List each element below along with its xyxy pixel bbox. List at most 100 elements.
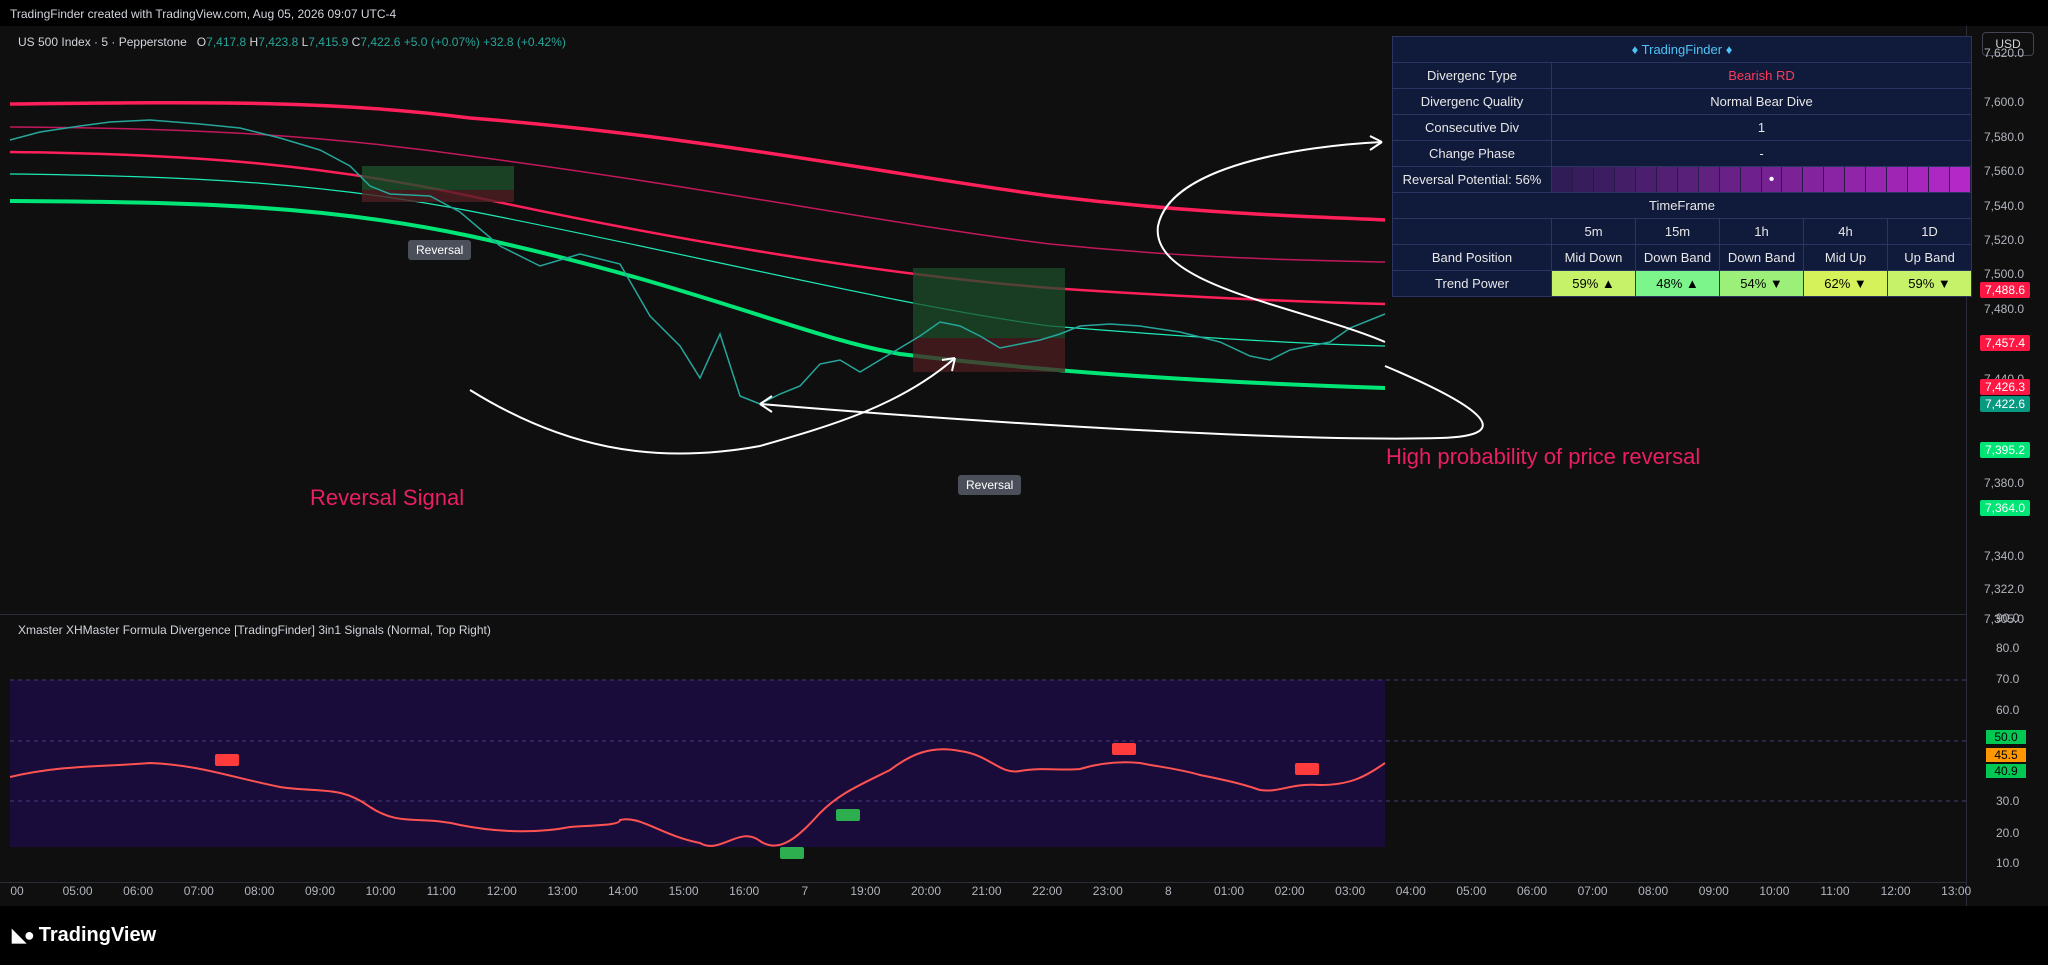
time-axis-label: 10:00 (1759, 884, 1790, 898)
time-axis-label: 13:00 (547, 884, 578, 898)
indicator-tag: 50.0 (1986, 730, 2026, 744)
reversal-potential-label: Reversal Potential: 56% (1392, 166, 1552, 193)
band-position: Down Band (1635, 244, 1720, 271)
reversal-potential-marker: • (1768, 171, 1775, 188)
time-axis-label: 22:00 (1032, 884, 1063, 898)
reversal-signal-caption: Reversal Signal (310, 485, 465, 510)
time-axis-separator (0, 882, 1966, 883)
band-position: Mid Up (1803, 244, 1888, 271)
indicator-axis-label: 70.0 (1996, 672, 2020, 686)
time-axis-label: 7 (801, 884, 809, 898)
time-axis-label: 05:00 (62, 884, 93, 898)
reversal-zone-2-green (913, 268, 1065, 338)
row-value-phase: - (1551, 140, 1972, 167)
indicator-chart[interactable] (0, 615, 1966, 883)
tv-logo-icon: ◣● (12, 925, 35, 945)
indicator-tag: 40.9 (1986, 764, 2026, 778)
time-axis-label: 21:00 (971, 884, 1002, 898)
row-label-quality: Divergenc Quality (1392, 88, 1552, 115)
time-axis-label: 11:00 (426, 884, 456, 898)
row-value-quality: Normal Bear Dive (1551, 88, 1972, 115)
indicator-axis-label: 20.0 (1996, 826, 2020, 840)
time-axis-label: 07:00 (1577, 884, 1608, 898)
h-label: H (249, 35, 259, 49)
time-axis-label: 03:00 (1335, 884, 1366, 898)
time-axis-label: 06:00 (123, 884, 154, 898)
price-axis-label: 7,580.0 (1984, 130, 2025, 144)
reversal-potential-cell (1740, 167, 1762, 192)
row-value-consecutive: 1 (1551, 114, 1972, 141)
c-value: 7,422.6 (360, 35, 401, 49)
time-axis-label: 20:00 (910, 884, 942, 898)
reversal-probability-caption: High probability of price reversal (1386, 444, 1701, 469)
upper-band-mid (9, 150, 1386, 306)
price-axis-label: 7,322.0 (1984, 582, 2025, 596)
price-axis-label: 7,540.0 (1984, 199, 2025, 213)
symbol-name: US 500 Index · 5 · Pepperstone (18, 35, 187, 49)
arrow-bottom-loop (759, 365, 1484, 440)
row-value-type: Bearish RD (1551, 62, 1972, 89)
time-axis-label: 10:00 (365, 884, 396, 898)
lower-band-outer (9, 199, 1386, 390)
reversal-label-1: Reversal (408, 240, 472, 260)
header-bar: TradingFinder created with TradingView.c… (0, 0, 2048, 26)
time-axis-label: 08:00 (1638, 884, 1669, 898)
reversal-potential-cell (1635, 167, 1657, 192)
reversal-label-2: Reversal (958, 475, 1022, 495)
time-axis-label: 11:00 (1820, 884, 1850, 898)
upper-band-outer (9, 100, 1386, 222)
reversal-zone-1-green (362, 166, 514, 190)
table-title: ♦ TradingFinder ♦ (1392, 36, 1972, 63)
time-axis-label: 12:00 (486, 884, 517, 898)
arrow-right-loop (1156, 141, 1386, 343)
price-axis-label: 7,500.0 (1984, 267, 2025, 281)
badge-rd-pos-1 (780, 847, 804, 859)
reversal-potential-cell (1824, 167, 1846, 192)
time-axis-label: 01:00 (1213, 884, 1245, 898)
band-position: Down Band (1719, 244, 1804, 271)
symbol-ohlc: US 500 Index · 5 · Pepperstone O7,417.8 … (18, 35, 566, 49)
reversal-potential-cell (1677, 167, 1699, 192)
reversal-potential-cell: • (1761, 167, 1783, 192)
price-axis-label: 7,380.0 (1984, 476, 2025, 490)
reversal-potential-cell (1719, 167, 1741, 192)
trend-power: 48% ▲ (1635, 270, 1720, 297)
arrow-left (469, 357, 956, 455)
tradingview-logo[interactable]: ◣● TradingView (12, 924, 156, 947)
indicator-axis-label: 30.0 (1996, 794, 2020, 808)
time-axis-label: 00 (10, 884, 24, 898)
tradingfinder-table: ♦ TradingFinder ♦ Divergenc Type Bearish … (1392, 36, 1972, 297)
lower-band-inner (9, 173, 1386, 347)
time-axis-label: 05:00 (1456, 884, 1487, 898)
time-axis-label: 09:00 (1698, 884, 1729, 898)
price-axis-label: 7,620.0 (1984, 46, 2025, 60)
price-axis-label: 7,480.0 (1984, 302, 2025, 316)
reversal-potential-cell (1698, 167, 1720, 192)
price-axis-label: 7,560.0 (1984, 164, 2025, 178)
price-tag: 7,422.6 (1980, 396, 2030, 412)
timeframe-5m: 5m (1551, 218, 1636, 245)
o-label: O (196, 35, 207, 49)
badge-rd-3 (1295, 763, 1319, 775)
reversal-potential-cell (1552, 167, 1573, 192)
reversal-potential-bar: • (1551, 166, 1972, 193)
reversal-potential-cell (1593, 167, 1615, 192)
time-axis-label: 04:00 (1395, 884, 1426, 898)
time-axis-label: 15:00 (668, 884, 699, 898)
header-text: TradingFinder created with TradingView.c… (10, 7, 397, 21)
trend-power: 62% ▼ (1803, 270, 1888, 297)
price-axis-label: 7,340.0 (1984, 549, 2025, 563)
trend-power: 59% ▼ (1887, 270, 1972, 297)
reversal-potential-cell (1908, 167, 1930, 192)
time-axis-label: 06:00 (1516, 884, 1548, 898)
timeframe-corner (1392, 218, 1552, 245)
row-label-phase: Change Phase (1392, 140, 1552, 167)
price-tag: 7,426.3 (1980, 379, 2030, 395)
trend-power: 59% ▲ (1551, 270, 1636, 297)
timeframe-title: TimeFrame (1392, 192, 1972, 219)
price-tag: 7,395.2 (1980, 442, 2030, 458)
time-axis-label: 14:00 (607, 884, 639, 898)
reversal-zone-2-red (913, 338, 1065, 372)
reversal-potential-cell (1866, 167, 1888, 192)
time-axis-label: 8 (1165, 884, 1172, 898)
